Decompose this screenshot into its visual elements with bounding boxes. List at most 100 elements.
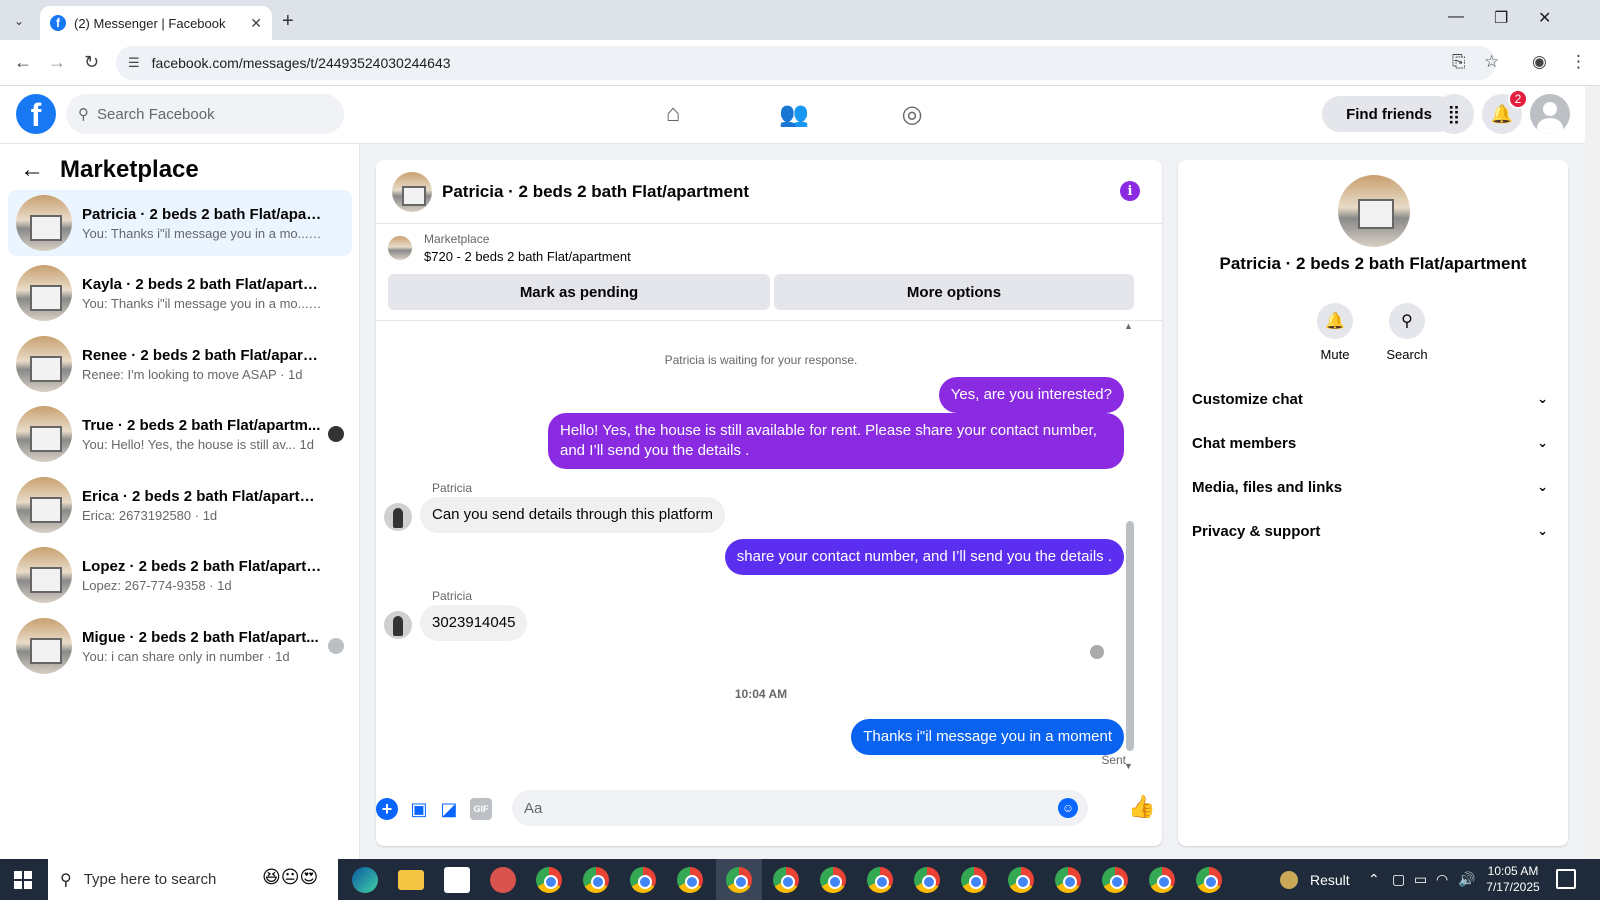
emoji-icon[interactable]: ☺ xyxy=(1058,798,1078,818)
conversation-item[interactable]: Patricia · 2 beds 2 bath Flat/apart... Y… xyxy=(8,190,352,256)
reload-button[interactable]: ↻ xyxy=(84,52,99,73)
conversation-item[interactable]: Lopez · 2 beds 2 bath Flat/apartm... Lop… xyxy=(8,542,352,608)
chrome-app-icon[interactable] xyxy=(867,867,893,893)
windows-start-icon[interactable] xyxy=(14,871,32,889)
media-files-links-row[interactable]: Media, files and links ⌄ xyxy=(1192,469,1554,505)
menu-grid-icon[interactable]: ⣿ xyxy=(1434,94,1474,134)
result-widget[interactable]: Result xyxy=(1280,871,1350,889)
scroll-up-arrow-icon[interactable]: ▲ xyxy=(1124,321,1133,331)
back-arrow-icon[interactable]: ← xyxy=(20,156,44,184)
search-conversation-button[interactable]: ⚲ Search xyxy=(1377,303,1437,362)
store-app-icon[interactable] xyxy=(444,867,470,893)
chrome-app-icon[interactable] xyxy=(677,867,703,893)
contact-avatar[interactable] xyxy=(1338,175,1410,247)
chrome-app-icon[interactable] xyxy=(1008,867,1034,893)
conversation-item[interactable]: True · 2 beds 2 bath Flat/apartm... You:… xyxy=(8,401,352,467)
sender-avatar[interactable] xyxy=(384,611,412,639)
message-bubble-outgoing[interactable]: Yes, are you interested? xyxy=(938,377,1124,413)
page-scrollbar[interactable] xyxy=(1585,86,1600,859)
marketplace-listing-strip[interactable]: Marketplace $720 - 2 beds 2 bath Flat/ap… xyxy=(388,232,631,264)
chrome-app-icon[interactable] xyxy=(1102,867,1128,893)
groups-nav-icon[interactable]: ◎ xyxy=(892,96,932,132)
minimize-button[interactable]: — xyxy=(1448,8,1464,26)
forward-button[interactable]: → xyxy=(48,52,66,73)
tab-search-chevron-icon[interactable]: ⌄ xyxy=(8,10,30,32)
chrome-app-icon[interactable] xyxy=(914,867,940,893)
battery-icon[interactable]: ▭ xyxy=(1414,871,1427,888)
conversation-item[interactable]: Erica · 2 beds 2 bath Flat/apartment Eri… xyxy=(8,472,352,538)
message-bubble-outgoing[interactable]: share your contact number, and I’ll send… xyxy=(724,539,1124,575)
message-scrollbar[interactable]: ▲ ▼ xyxy=(1124,321,1136,776)
chat-avatar[interactable] xyxy=(392,171,432,212)
scroll-down-arrow-icon[interactable]: ▼ xyxy=(1124,761,1133,771)
chrome-app-icon[interactable] xyxy=(726,867,752,893)
new-tab-button[interactable]: + xyxy=(282,10,294,33)
timestamp: 10:04 AM xyxy=(734,687,788,701)
site-info-icon[interactable]: ☰ xyxy=(128,55,140,71)
back-button[interactable]: ← xyxy=(14,52,32,73)
volume-icon[interactable]: 🔊 xyxy=(1458,871,1475,888)
chrome-app-icon[interactable] xyxy=(1055,867,1081,893)
file-explorer-icon[interactable] xyxy=(398,870,424,890)
chrome-app-icon[interactable] xyxy=(583,867,609,893)
mark-as-pending-button[interactable]: Mark as pending xyxy=(388,274,770,310)
facebook-header: f ⚲ Search Facebook ⌂ 👥 ◎ Find friends ⣿… xyxy=(0,86,1585,144)
chrome-app-icon[interactable] xyxy=(1149,867,1175,893)
tray-device-icon[interactable]: ▢ xyxy=(1392,871,1405,888)
mute-button[interactable]: 🔔 Mute xyxy=(1305,303,1365,362)
friends-nav-icon[interactable]: 👥 xyxy=(774,96,814,132)
maximize-button[interactable]: ❐ xyxy=(1494,8,1508,28)
browser-profile-icon[interactable]: ◉ xyxy=(1532,52,1547,72)
attach-photo-icon[interactable]: ▣ xyxy=(408,798,430,820)
url-omnibox[interactable]: ☰ facebook.com/messages/t/24493524030244… xyxy=(116,46,1496,80)
sticker-icon[interactable]: ◪ xyxy=(438,798,460,820)
result-label: Result xyxy=(1310,872,1350,888)
chrome-app-icon[interactable] xyxy=(1196,867,1222,893)
install-app-icon[interactable]: ⎘ xyxy=(1452,52,1466,72)
conversation-name: Erica · 2 beds 2 bath Flat/apartment xyxy=(82,487,322,505)
gif-icon[interactable]: GIF xyxy=(470,798,492,820)
browser-tab[interactable]: f (2) Messenger | Facebook ✕ xyxy=(40,6,272,40)
browser-menu-icon[interactable]: ⋮ xyxy=(1570,52,1587,72)
conversation-name: Patricia · 2 beds 2 bath Flat/apart... xyxy=(82,205,322,223)
chrome-app-icon[interactable] xyxy=(820,867,846,893)
chat-members-row[interactable]: Chat members ⌄ xyxy=(1192,425,1554,461)
close-window-button[interactable]: ✕ xyxy=(1538,8,1551,28)
more-options-button[interactable]: More options xyxy=(774,274,1134,310)
message-bubble-incoming[interactable]: 3023914045 xyxy=(420,605,528,641)
tray-chevron-up-icon[interactable]: ⌃ xyxy=(1368,871,1380,888)
customize-chat-row[interactable]: Customize chat ⌄ xyxy=(1192,381,1554,417)
chrome-app-icon[interactable] xyxy=(773,867,799,893)
conversation-item[interactable]: Renee · 2 beds 2 bath Flat/apartm... Ren… xyxy=(8,331,352,397)
tab-close-icon[interactable]: ✕ xyxy=(250,15,262,32)
chrome-app-icon[interactable] xyxy=(536,867,562,893)
wifi-icon[interactable]: ◠ xyxy=(1436,871,1448,888)
home-nav-icon[interactable]: ⌂ xyxy=(653,96,693,132)
conversation-item[interactable]: Kayla · 2 beds 2 bath Flat/apartment You… xyxy=(8,260,352,326)
message-bubble-outgoing[interactable]: Thanks i"il message you in a moment xyxy=(851,719,1124,755)
chrome-app-icon[interactable] xyxy=(961,867,987,893)
privacy-support-row[interactable]: Privacy & support ⌄ xyxy=(1192,513,1554,549)
chrome-app-icon[interactable] xyxy=(630,867,656,893)
sender-avatar[interactable] xyxy=(384,503,412,531)
thumbs-up-icon[interactable]: 👍 xyxy=(1128,794,1155,820)
message-input[interactable]: Aa ☺ xyxy=(512,790,1088,826)
facebook-logo[interactable]: f xyxy=(16,94,56,134)
message-bubble-outgoing[interactable]: Hello! Yes, the house is still available… xyxy=(548,413,1124,469)
notification-center-icon[interactable] xyxy=(1556,869,1576,889)
message-bubble-incoming[interactable]: Can you send details through this platfo… xyxy=(420,497,725,533)
contact-name: Patricia · 2 beds 2 bath Flat/apartment xyxy=(1219,254,1527,273)
facebook-search-input[interactable]: ⚲ Search Facebook xyxy=(66,94,344,134)
bookmark-star-icon[interactable]: ☆ xyxy=(1484,52,1499,72)
system-clock[interactable]: 10:05 AM 7/17/2025 xyxy=(1478,863,1548,895)
paint-app-icon[interactable] xyxy=(490,867,516,893)
more-actions-plus-icon[interactable]: + xyxy=(376,798,398,820)
scrollbar-thumb[interactable] xyxy=(1126,521,1134,751)
chat-title[interactable]: Patricia · 2 beds 2 bath Flat/apartment xyxy=(442,182,749,202)
account-avatar[interactable] xyxy=(1530,94,1570,134)
conversation-preview: Renee: I'm looking to move ASAP · 1d xyxy=(82,366,303,382)
info-icon[interactable]: i xyxy=(1120,181,1140,201)
edge-app-icon[interactable] xyxy=(352,867,378,893)
conversation-item[interactable]: Migue · 2 beds 2 bath Flat/apart... You:… xyxy=(8,613,352,679)
emoji-widget-icon[interactable]: 😆😐😍 xyxy=(262,867,318,888)
